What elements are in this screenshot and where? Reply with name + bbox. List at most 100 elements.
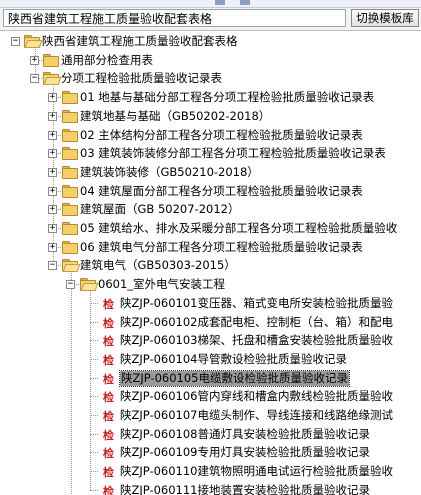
tree-connector [90, 302, 98, 304]
collapse-toggle-icon[interactable]: − [30, 74, 39, 84]
top-window-strip [0, 0, 421, 8]
tree-item-label[interactable]: 通用部分检查用表 [61, 53, 153, 68]
template-library-title-field[interactable]: 陕西省建筑工程施工质量验收配套表格 [3, 9, 346, 27]
folder-icon [62, 128, 78, 142]
expand-toggle-icon[interactable]: + [48, 186, 57, 196]
tree-item-folder[interactable]: + 通用部分检查用表 [0, 51, 421, 70]
open-folder-icon [43, 72, 62, 86]
open-folder-icon [24, 35, 43, 48]
tree-connector [90, 415, 98, 416]
tree-item-folder[interactable]: + 建筑屋面（GB 50207-2012） [0, 200, 421, 219]
expand-toggle-icon[interactable]: + [48, 167, 57, 177]
tree-item-label[interactable]: 陕ZJP-060104导管敷设检验批质量验收记录 [120, 352, 347, 367]
folder-icon [62, 222, 78, 235]
tree-item-label[interactable]: 04 建筑屋面分部工程各分项工程检验批质量验收记录表 [80, 184, 363, 199]
tree-item-form[interactable]: 检陕ZJP-060107电缆头制作、导线连接和线路绝缘测试 [0, 406, 421, 425]
expand-toggle-icon[interactable]: + [30, 55, 39, 65]
expand-toggle-icon[interactable]: + [48, 111, 57, 121]
collapse-toggle-icon[interactable]: − [48, 261, 57, 271]
tree-connector [90, 358, 98, 360]
open-folder-icon [80, 278, 99, 292]
tree-item-form[interactable]: 检陕ZJP-060108普通灯具安装检验批质量验收记录 [0, 425, 421, 444]
expand-toggle-icon[interactable]: + [48, 93, 57, 103]
tree-item-form[interactable]: 检陕ZJP-060106管内穿线和槽盒内敷线检验批质量验收 [0, 387, 421, 406]
tree-item-label[interactable]: 陕ZJP-060110建筑物照明通电试运行检验批质量验收 [120, 464, 393, 479]
tree-item-label[interactable]: 03 建筑装饰装修分部工程各分项工程检验批质量验收记录表 [80, 146, 386, 161]
tree-connector [90, 396, 98, 398]
open-folder-icon [62, 259, 81, 273]
tree-item-folder[interactable]: − 建筑电气（GB50303-2015） [0, 256, 421, 275]
tree-item-folder[interactable]: − 分项工程检验批质量验收记录表 [0, 69, 421, 88]
inspection-form-icon: 检 [103, 297, 114, 311]
tree-item-folder[interactable]: +03 建筑装饰装修分部工程各分项工程检验批质量验收记录表 [0, 144, 421, 163]
collapse-toggle-icon[interactable]: − [66, 280, 75, 290]
tree-connector [90, 452, 98, 454]
tree-item-label[interactable]: 建筑装饰装修（GB50210-2018） [80, 165, 259, 180]
tree-connector [90, 433, 98, 435]
toolbar-icon [240, 0, 250, 5]
tree-item-form[interactable]: 检陕ZJP-060111接地装置安装检验批质量验收记录 [0, 481, 421, 495]
tree-item-label[interactable]: 陕ZJP-060101变压器、箱式变电所安装检验批质量验 [120, 296, 393, 311]
tree-item-form[interactable]: 检陕ZJP-060103梯架、托盘和槽盒安装检验批质量验收 [0, 331, 421, 350]
folder-icon [62, 147, 78, 161]
tree-item-form[interactable]: 检陕ZJP-060104导管敷设检验批质量验收记录 [0, 350, 421, 369]
tree-item-folder[interactable]: +02 主体结构分部工程各分项工程检验批质量验收记录表 [0, 126, 421, 145]
tree-connector [90, 377, 98, 379]
tree-item-label[interactable]: 陕ZJP-060107电缆头制作、导线连接和线路绝缘测试 [120, 408, 393, 423]
tree-item-folder[interactable]: + 建筑地基与基础（GB50202-2018） [0, 107, 421, 126]
tree-item-label[interactable]: 陕ZJP-060108普通灯具安装检验批质量验收记录 [120, 427, 370, 442]
inspection-form-icon: 检 [103, 466, 114, 480]
tree-connector [90, 340, 98, 342]
tree-item-label[interactable]: 陕ZJP-060109专用灯具安装检验批质量验收记录 [120, 445, 370, 460]
tree-item-label[interactable]: 05 建筑给水、排水及采暖分部工程各分项工程检验批质量验收 [80, 221, 397, 236]
tree-item-label[interactable]: 建筑地基与基础（GB50202-2018） [80, 109, 270, 124]
tree-item-label[interactable]: 分项工程检验批质量验收记录表 [61, 71, 222, 86]
collapse-toggle-icon[interactable]: − [11, 37, 20, 46]
tree-item-label[interactable]: 陕ZJP-060111接地装置安装检验批质量验收记录 [120, 483, 370, 495]
tree-connector [90, 489, 98, 491]
folder-icon [62, 240, 78, 254]
expand-toggle-icon[interactable]: + [48, 149, 57, 159]
tree-item-label[interactable]: 06 建筑电气分部工程各分项工程检验批质量验收记录表 [80, 240, 363, 255]
tree-item-label[interactable]: 0601_室外电气安装工程 [98, 277, 225, 292]
tree-item-form[interactable]: 检陕ZJP-060101变压器、箱式变电所安装检验批质量验 [0, 294, 421, 313]
inspection-form-icon: 检 [103, 316, 114, 330]
template-tree[interactable]: − 陕西省建筑工程施工质量验收配套表格 + 通用部分检查用表 − 分项工程检验批质量验收记… [0, 31, 421, 495]
tree-item-label[interactable]: 01 地基与基础分部工程各分项工程检验批质量验收记录表 [80, 90, 374, 105]
tree-item-folder[interactable]: − 陕西省建筑工程施工质量验收配套表格 [0, 32, 421, 51]
inspection-form-icon: 检 [103, 335, 114, 349]
tree-item-form[interactable]: 检陕ZJP-060110建筑物照明通电试运行检验批质量验收 [0, 462, 421, 481]
tree-item-label[interactable]: 建筑屋面（GB 50207-2012） [80, 202, 239, 217]
tree-item-folder[interactable]: +01 地基与基础分部工程各分项工程检验批质量验收记录表 [0, 88, 421, 107]
inspection-form-icon: 检 [103, 353, 114, 367]
tree-item-label[interactable]: 陕西省建筑工程施工质量验收配套表格 [42, 34, 238, 49]
tree-item-label[interactable]: 陕ZJP-060106管内穿线和槽盒内敷线检验批质量验收 [120, 389, 393, 404]
tree-item-folder[interactable]: +05 建筑给水、排水及采暖分部工程各分项工程检验批质量验收 [0, 219, 421, 238]
expand-toggle-icon[interactable]: + [48, 130, 57, 140]
tree-connector [90, 321, 98, 323]
folder-icon [62, 203, 78, 217]
expand-toggle-icon[interactable]: + [48, 242, 57, 252]
expand-toggle-icon[interactable]: + [48, 224, 57, 233]
tree-item-label[interactable]: 建筑电气（GB50303-2015） [80, 258, 236, 273]
tree-item-folder[interactable]: +04 建筑屋面分部工程各分项工程检验批质量验收记录表 [0, 182, 421, 201]
tree-item-folder[interactable]: + 建筑装饰装修（GB50210-2018） [0, 163, 421, 182]
tree-item-folder[interactable]: − 0601_室外电气安装工程 [0, 275, 421, 294]
tree-item-folder[interactable]: +06 建筑电气分部工程各分项工程检验批质量验收记录表 [0, 238, 421, 257]
inspection-form-icon: 检 [103, 410, 114, 423]
tree-item-form[interactable]: 检陕ZJP-060102成套配电柜、控制柜（台、箱）和配电 [0, 313, 421, 332]
tree-item-label[interactable]: 02 主体结构分部工程各分项工程检验批质量验收记录表 [80, 128, 363, 143]
switch-template-library-button[interactable]: 切换模板库 [351, 9, 419, 27]
inspection-form-icon: 检 [103, 484, 114, 495]
template-header: 陕西省建筑工程施工质量验收配套表格 切换模板库 [0, 8, 421, 31]
tree-item-form[interactable]: 检陕ZJP-060109专用灯具安装检验批质量验收记录 [0, 443, 421, 462]
tree-item-label-selected[interactable]: 陕ZJP-060105电缆敷设检验批质量验收记录 [119, 369, 350, 387]
tree-item-label[interactable]: 陕ZJP-060103梯架、托盘和槽盒安装检验批质量验收 [120, 333, 393, 348]
expand-toggle-icon[interactable]: + [48, 205, 57, 215]
folder-icon [62, 109, 78, 123]
toolbar-icon [215, 0, 225, 5]
folder-icon [62, 91, 78, 105]
tree-item-label[interactable]: 陕ZJP-060102成套配电柜、控制柜（台、箱）和配电 [120, 315, 393, 330]
tree-item-form[interactable]: 检陕ZJP-060105电缆敷设检验批质量验收记录 [0, 369, 421, 388]
inspection-form-icon: 检 [103, 447, 114, 461]
